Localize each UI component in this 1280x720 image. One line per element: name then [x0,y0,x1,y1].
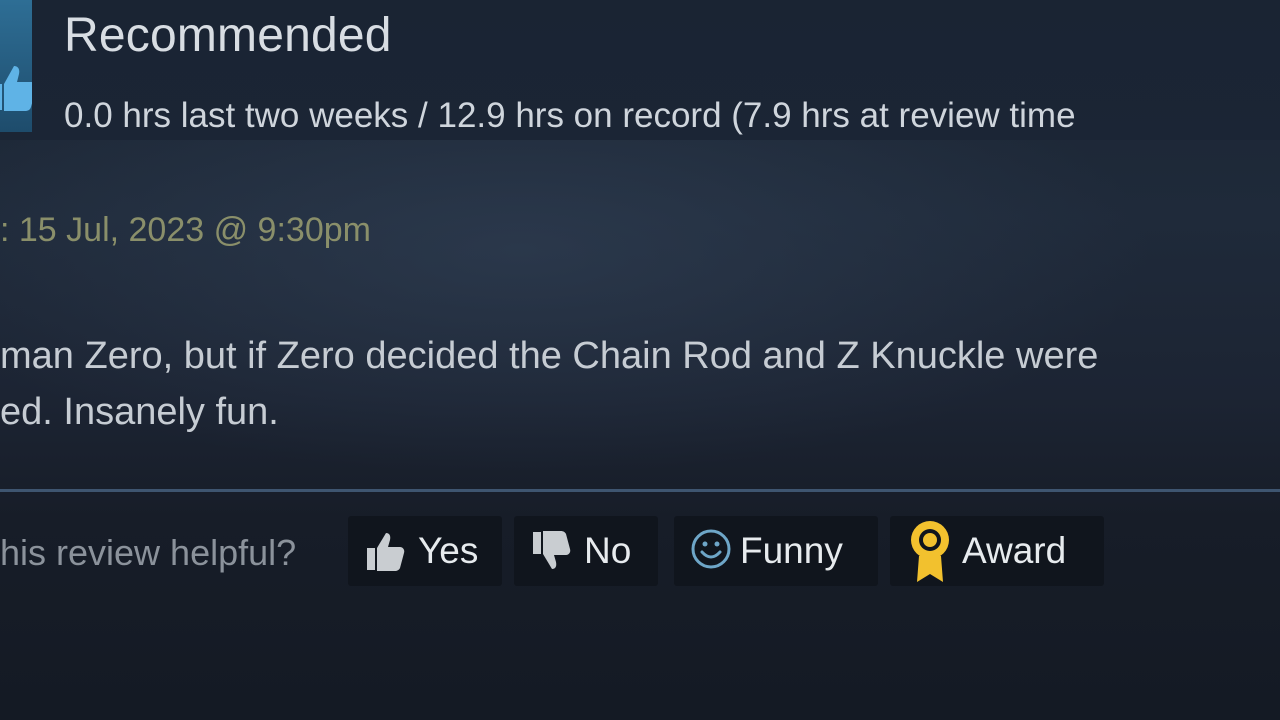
vote-no-button[interactable]: No [514,516,658,586]
award-label: Award [962,530,1067,571]
helpful-question: his review helpful? [0,532,297,573]
review-page: Recommended 0.0 hrs last two weeks / 12.… [0,0,1280,720]
review-text-line: ed. Insanely fun. [0,391,279,433]
thumbs-up-icon [0,66,32,111]
posted-date: : 15 Jul, 2023 @ 9:30pm [0,211,371,249]
review-divider [0,489,1280,492]
vote-yes-button[interactable]: Yes [348,516,502,586]
award-button[interactable]: Award [890,516,1104,586]
vote-funny-label: Funny [740,530,843,571]
vote-funny-button[interactable]: Funny [674,516,878,586]
review-verdict: Recommended [64,9,392,62]
review-text-line: man Zero, but if Zero decided the Chain … [0,335,1099,377]
smiley-icon [688,528,734,574]
vote-yes-label: Yes [418,530,479,571]
thumbs-down-icon [528,526,578,576]
award-ribbon-icon [904,518,956,584]
vote-no-label: No [584,530,632,571]
thumbs-up-icon [362,526,412,576]
playtime-summary: 0.0 hrs last two weeks / 12.9 hrs on rec… [64,96,1076,135]
recommended-thumb-badge [0,0,32,132]
